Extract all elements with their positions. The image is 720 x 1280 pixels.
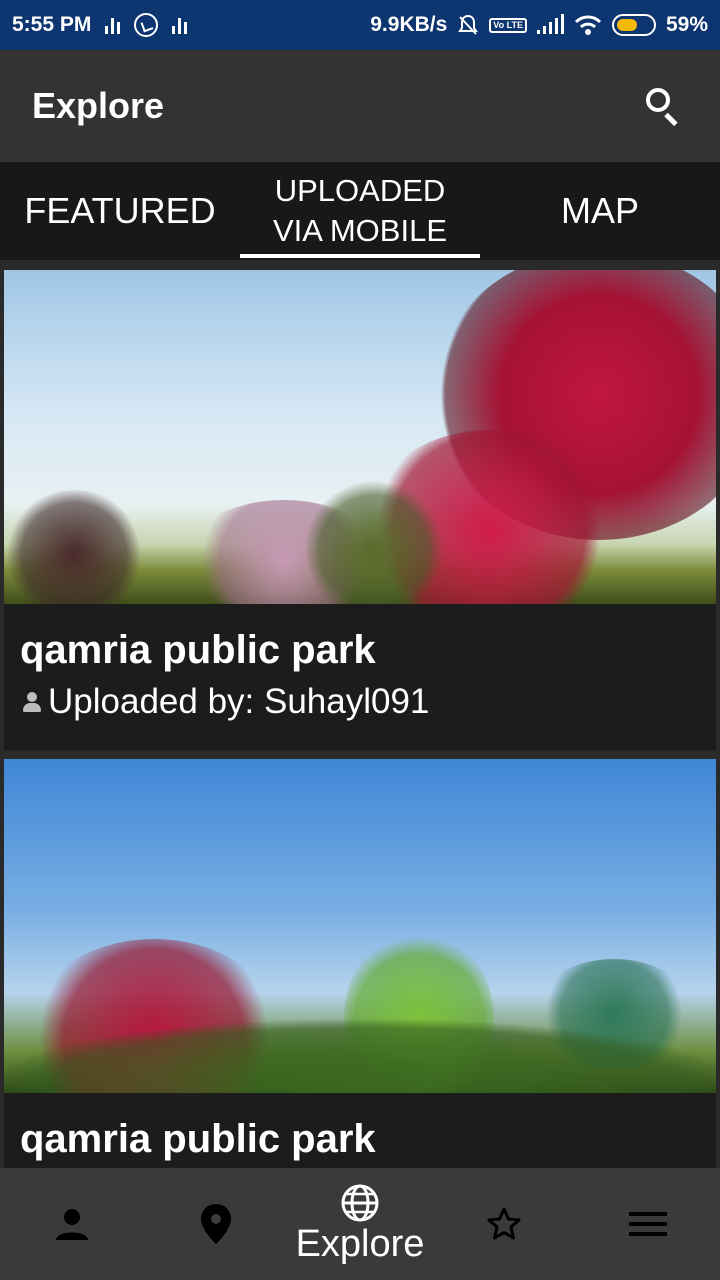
location-pin-icon — [201, 1204, 231, 1244]
card-body: qamria public park Uploaded by: Suhayl09… — [4, 604, 716, 750]
nav-nearby[interactable] — [144, 1168, 288, 1280]
app-bar: Explore — [0, 50, 720, 162]
nav-menu[interactable] — [576, 1168, 720, 1280]
card-title: qamria public park — [20, 628, 376, 672]
tab-label: FEATURED — [24, 190, 216, 231]
battery-fill — [616, 19, 638, 31]
card-title: qamria public park — [20, 1117, 376, 1161]
wifi-icon — [574, 15, 602, 35]
list-item[interactable]: qamria public park — [4, 759, 716, 1168]
nav-explore[interactable]: Explore — [288, 1168, 432, 1280]
volte-icon: Vo LTE — [489, 17, 527, 33]
upload-list[interactable]: qamria public park Uploaded by: Suhayl09… — [0, 260, 720, 1168]
battery-percent: 59% — [665, 13, 708, 36]
nav-favorites[interactable] — [432, 1168, 576, 1280]
park-photo[interactable] — [4, 270, 716, 604]
page-title: Explore — [32, 85, 165, 126]
person-icon — [56, 1209, 88, 1240]
uploader-text: Uploaded by: Suhayl091 — [48, 682, 430, 721]
whatsapp-icon — [134, 13, 159, 37]
menu-icon — [629, 1212, 667, 1236]
tab-label: MAP — [560, 190, 639, 231]
status-time: 5:55 PM — [12, 13, 92, 36]
star-icon — [487, 1207, 521, 1240]
nav-label: Explore — [295, 1223, 425, 1265]
globe-icon — [341, 1184, 379, 1222]
bell-muted-icon — [458, 14, 479, 35]
bottom-nav: Explore — [0, 1168, 720, 1280]
signal-icon — [172, 16, 188, 34]
tab-map[interactable]: MAP — [480, 162, 720, 260]
card-meta: Uploaded by: Suhayl091 — [20, 682, 700, 722]
list-item[interactable]: qamria public park Uploaded by: Suhayl09… — [4, 270, 716, 750]
signal-icon — [105, 16, 121, 34]
search-icon[interactable] — [640, 82, 688, 130]
battery-icon — [611, 14, 656, 36]
nav-profile[interactable] — [0, 1168, 144, 1280]
net-speed: 9.9KB/s — [370, 13, 448, 36]
tab-featured[interactable]: FEATURED — [0, 162, 240, 260]
status-bar: 5:55 PM 9.9KB/s Vo LTE 59% — [0, 0, 720, 50]
tab-bar: FEATURED UPLOADED VIA MOBILE MAP — [0, 162, 720, 260]
card-body: qamria public park — [4, 1093, 716, 1168]
cell-signal-icon — [536, 14, 564, 34]
person-icon — [20, 690, 44, 714]
park-photo[interactable] — [4, 759, 716, 1093]
tab-label: UPLOADED VIA MOBILE — [272, 173, 447, 248]
tab-uploaded-via-mobile[interactable]: UPLOADED VIA MOBILE — [240, 162, 480, 260]
